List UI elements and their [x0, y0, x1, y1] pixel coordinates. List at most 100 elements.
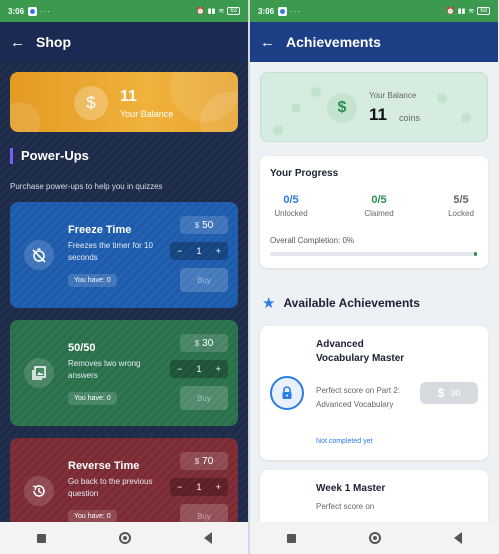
android-nav-bar [0, 522, 248, 554]
quantity-value: 1 [196, 364, 202, 374]
decor-dot [437, 93, 447, 103]
buy-button[interactable]: Buy [180, 386, 228, 410]
powerup-description: Go back to the previous question [68, 477, 153, 498]
stat-label: Locked [448, 209, 474, 218]
claim-reward-button[interactable]: $ 30 [420, 382, 478, 404]
android-nav-bar [250, 522, 498, 554]
balance-card: $ 11 Your Balance [10, 72, 238, 132]
decor-bubble [10, 102, 40, 132]
battery-icon: 63 [477, 7, 490, 15]
system-back-button[interactable] [203, 532, 212, 544]
powerup-description: Freezes the timer for 10 seconds [68, 241, 153, 262]
powerup-name: 50/50 [68, 342, 96, 354]
achievements-screen: 3:06 ··· ⏰ ▮▮ ≋ 63 ← Achievements $ Your… [250, 0, 498, 554]
shop-screen: 3:06 ··· ⏰ ▮▮ ≋ 63 ← Shop $ 11 Your Bala… [0, 0, 248, 554]
achievements-app-bar: ← Achievements [250, 22, 498, 62]
quantity-value: 1 [196, 246, 202, 256]
decrement-button[interactable]: − [177, 246, 182, 256]
achievement-name: Week 1 Master [316, 483, 386, 494]
dollar-icon: $ [327, 93, 357, 123]
powerup-price: $ 50 [180, 216, 228, 234]
star-icon: ★ [262, 295, 276, 312]
powerup-owned-count: You have: 0 [68, 392, 117, 405]
stopwatch-off-icon [24, 240, 54, 270]
dollar-icon: $ [194, 220, 200, 230]
powerup-description: Removes two wrong answers [68, 359, 141, 380]
dollar-icon: $ [74, 86, 108, 120]
quantity-stepper: − 1 + [170, 242, 228, 260]
dollar-icon: $ [194, 456, 200, 466]
status-bar: 3:06 ··· ⏰ ▮▮ ≋ 63 [0, 0, 248, 22]
increment-button[interactable]: + [216, 246, 221, 256]
achievement-card: Advanced Vocabulary Master Perfect score… [260, 326, 488, 460]
screenshot-root: 3:06 ··· ⏰ ▮▮ ≋ 63 ← Shop $ 11 Your Bala… [0, 0, 499, 554]
powerup-price: $ 70 [180, 452, 228, 470]
buy-button[interactable]: Buy [180, 268, 228, 292]
back-arrow-icon[interactable]: ← [10, 34, 30, 51]
progress-title: Your Progress [270, 168, 339, 179]
status-bar: 3:06 ··· ⏰ ▮▮ ≋ 63 [250, 0, 498, 22]
stat-value: 0/5 [283, 194, 299, 206]
increment-button[interactable]: + [216, 482, 221, 492]
stat-unlocked: 0/5 Unlocked [266, 194, 316, 218]
stat-value: 0/5 [371, 194, 387, 206]
balance-amount: 11 [369, 105, 387, 124]
section-title: Available Achievements [283, 296, 420, 310]
balance-card: $ Your Balance 11 coins [260, 72, 488, 142]
recents-button[interactable] [36, 533, 46, 543]
recents-button[interactable] [286, 533, 296, 543]
price-value: 70 [202, 455, 214, 467]
quantity-stepper: − 1 + [170, 360, 228, 378]
back-arrow-icon[interactable]: ← [260, 34, 280, 51]
status-time: 3:06 [8, 6, 25, 16]
page-title: Achievements [286, 34, 381, 50]
section-title: Power-Ups [10, 148, 89, 164]
powerup-name: Reverse Time [68, 460, 140, 472]
app-notification-icon [278, 6, 288, 16]
stat-claimed: 0/5 Claimed [354, 194, 404, 218]
available-achievements-header: ★ Available Achievements [262, 294, 420, 312]
powerup-owned-count: You have: 0 [68, 510, 117, 522]
home-button[interactable] [368, 532, 381, 544]
more-notifications-icon: ··· [40, 6, 52, 16]
page-title: Shop [36, 34, 71, 50]
progress-end-marker [474, 252, 477, 256]
shop-app-bar: ← Shop [0, 22, 248, 62]
decor-dot [461, 113, 471, 123]
home-button[interactable] [118, 532, 131, 544]
quantity-stepper: − 1 + [170, 478, 228, 496]
price-value: 50 [202, 219, 214, 231]
section-description: Purchase power-ups to help you in quizze… [10, 182, 163, 191]
system-icons: ⏰ ▮▮ ≋ 63 [446, 7, 490, 15]
progress-card: Your Progress 0/5 Unlocked 0/5 Claimed 5… [260, 156, 488, 268]
decor-dot [291, 103, 301, 113]
price-value: 30 [202, 337, 214, 349]
stat-label: Claimed [364, 209, 394, 218]
alarm-icon: ⏰ [196, 8, 205, 15]
powerup-card-fifty-fifty: 50/50 Removes two wrong answers You have… [10, 320, 238, 426]
achievement-description: Perfect score on [316, 502, 375, 511]
powerup-owned-count: You have: 0 [68, 274, 117, 287]
decor-dot [273, 125, 283, 135]
completion-progress-bar [270, 252, 477, 256]
alarm-icon: ⏰ [446, 8, 455, 15]
system-back-button[interactable] [453, 532, 462, 544]
decrement-button[interactable]: − [177, 364, 182, 374]
history-icon [24, 476, 54, 506]
achievement-card: Week 1 Master Perfect score on [260, 470, 488, 522]
battery-icon: 63 [227, 7, 240, 15]
shop-content[interactable]: $ 11 Your Balance Power-Ups Purchase pow… [0, 62, 248, 522]
stat-locked: 5/5 Locked [436, 194, 486, 218]
balance-amount: 11 [120, 88, 137, 105]
achievements-content[interactable]: $ Your Balance 11 coins Your Progress 0/… [250, 62, 498, 522]
decor-dot [311, 87, 321, 97]
balance-unit: coins [399, 113, 421, 123]
powerup-card-reverse-time: Reverse Time Go back to the previous que… [10, 438, 238, 522]
system-icons: ⏰ ▮▮ ≋ 63 [196, 7, 240, 15]
reward-value: 30 [450, 388, 461, 398]
buy-button[interactable]: Buy [180, 504, 228, 522]
decrement-button[interactable]: − [177, 482, 182, 492]
powerup-name: Freeze Time [68, 224, 132, 236]
powerup-price: $ 30 [180, 334, 228, 352]
increment-button[interactable]: + [216, 364, 221, 374]
